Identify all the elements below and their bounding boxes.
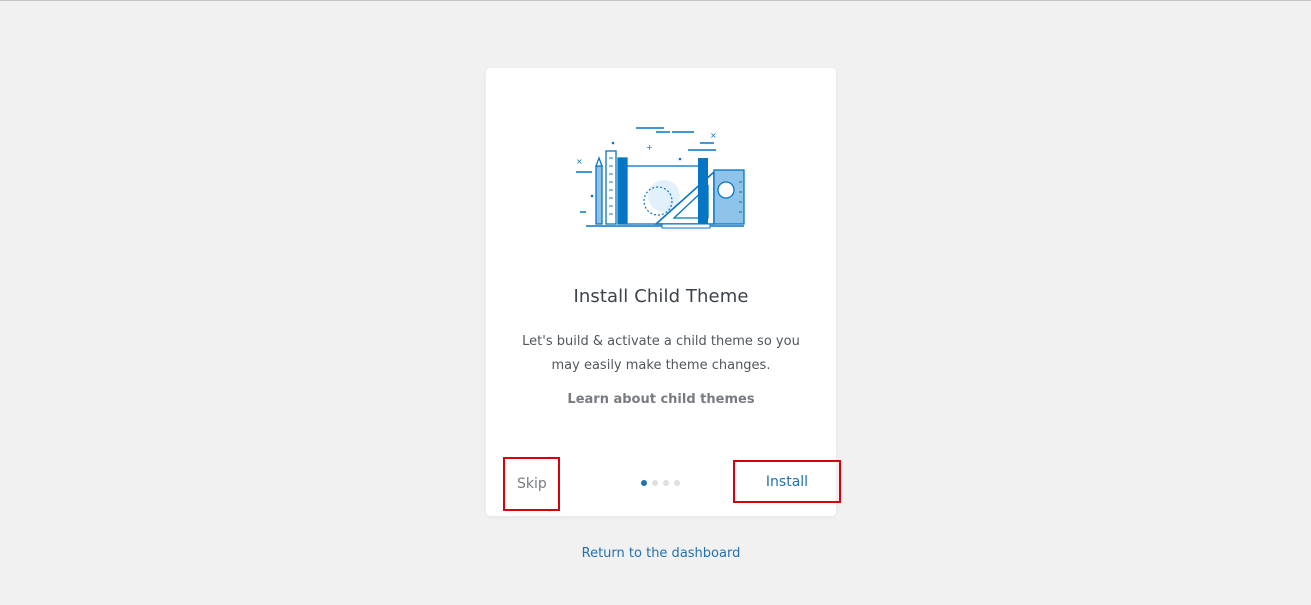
skip-button[interactable]: Skip	[503, 457, 560, 511]
top-divider	[0, 0, 1311, 1]
card-description: Let's build & activate a child theme so …	[522, 334, 800, 373]
svg-text:×: ×	[576, 157, 583, 166]
setup-wizard-card: × × + Install Child Theme Let's build & …	[486, 68, 841, 516]
step-dot-2	[652, 480, 658, 486]
step-dot-3	[663, 480, 669, 486]
step-dot-4	[674, 480, 680, 486]
step-indicator	[641, 480, 680, 488]
learn-about-child-themes-link[interactable]: Learn about child themes	[486, 392, 836, 407]
install-button[interactable]: Install	[733, 460, 841, 503]
page-title: Install Child Theme	[573, 286, 749, 307]
design-tools-illustration-icon: × × +	[576, 127, 745, 229]
return-to-dashboard-link[interactable]: Return to the dashboard	[486, 546, 836, 561]
svg-text:+: +	[646, 143, 653, 152]
step-dot-1	[641, 480, 647, 486]
svg-text:×: ×	[710, 131, 717, 140]
